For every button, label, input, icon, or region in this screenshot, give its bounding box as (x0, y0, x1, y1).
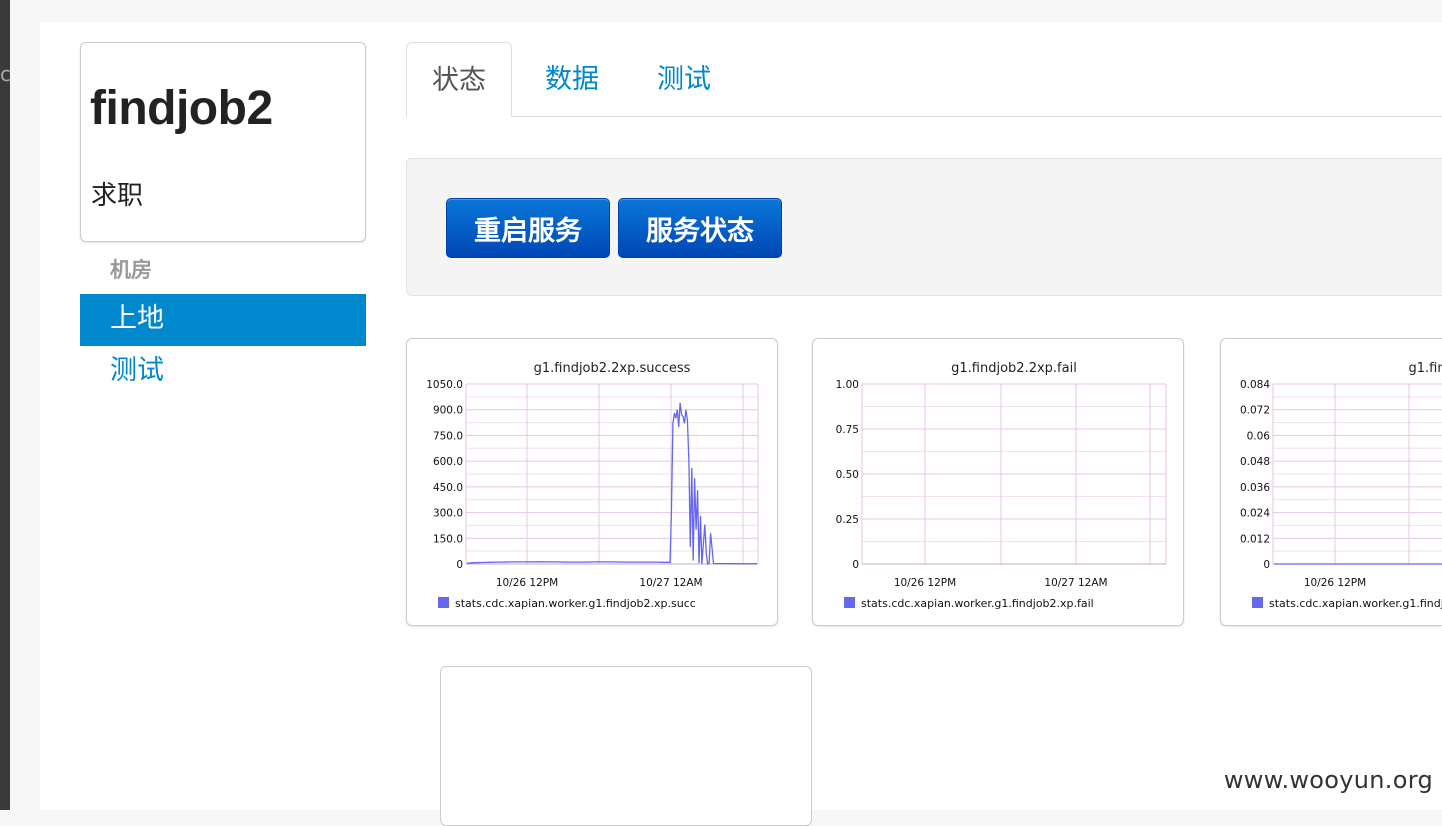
graph-card-fail[interactable]: g1.findjob2.2xp.fail 1.00 0.75 0.50 0.25 0 10/… (812, 338, 1184, 626)
y-tick-label: 0.012 (1240, 533, 1270, 545)
watermark: www.wooyun.org (1223, 766, 1433, 794)
graph-php-ser: g1.findjob2.php_ser 0.084 0.072 0.06 0.048 0.… (1240, 361, 1442, 610)
app-title: findjob2 (90, 82, 273, 135)
chart-title: g1.findjob2.2xp.success (534, 361, 691, 376)
y-tick-label: 600.0 (433, 456, 463, 468)
x-tick-label: 10/26 12PM (496, 577, 558, 589)
graph-card-success[interactable]: g1.findjob2.2xp.success 1050.0 900.0 750.0 6… (406, 338, 778, 626)
y-tick-label: 0.75 (836, 424, 859, 436)
x-tick-label: 10/27 12AM (1044, 577, 1107, 589)
y-tick-label: 0 (1263, 559, 1270, 571)
y-tick-label: 0 (852, 559, 859, 571)
x-tick-label: 10/27 12AM (639, 577, 702, 589)
y-tick-label: 0.084 (1240, 379, 1270, 391)
graph-success: g1.findjob2.2xp.success 1050.0 900.0 750.0 6… (426, 361, 759, 610)
y-tick-label: 0.048 (1240, 456, 1270, 468)
sidebar-header: 机房 (110, 258, 152, 282)
y-tick-label: 0.036 (1240, 482, 1270, 494)
sidebar-item-test[interactable]: 测试 (80, 346, 366, 398)
y-tick-label: 0 (456, 559, 463, 571)
y-tick-label: 150.0 (433, 533, 463, 545)
series-line (466, 402, 758, 566)
y-tick-label: 0.024 (1240, 508, 1270, 520)
edge-glyph: c (0, 62, 11, 86)
legend-swatch (438, 597, 449, 608)
graph-fail: g1.findjob2.2xp.fail 1.00 0.75 0.50 0.25 0 10/… (836, 361, 1167, 610)
y-tick-label: 900.0 (433, 405, 463, 417)
legend-swatch (844, 597, 855, 608)
graph-card-empty (440, 666, 812, 826)
y-tick-label: 0.50 (836, 469, 859, 481)
service-status-button[interactable]: 服务状态 (618, 198, 782, 258)
sidebar-item-shangdi[interactable]: 上地 (80, 294, 366, 346)
x-tick-label: 10/26 12PM (1304, 577, 1366, 589)
chart-title: g1.findjob2.2xp.fail (951, 361, 1077, 376)
chart-title: g1.findjob2.php_ser (1409, 361, 1442, 376)
y-tick-label: 1.00 (836, 379, 859, 391)
app-info-card: findjob2 求职 (80, 42, 366, 242)
x-tick-label: 10/26 12PM (894, 577, 956, 589)
legend-label: stats.cdc.xapian.worker.g1.findjob2.xp.s… (455, 597, 696, 610)
tab-test[interactable]: 测试 (628, 42, 740, 117)
tab-status[interactable]: 状态 (406, 42, 512, 117)
y-tick-label: 0.06 (1247, 430, 1271, 442)
window-edge: c (0, 0, 11, 810)
legend-label: stats.cdc.xapian.worker.g1.findjob (1269, 597, 1442, 610)
y-tick-label: 0.25 (836, 514, 859, 526)
y-tick-label: 750.0 (433, 430, 463, 442)
restart-service-button[interactable]: 重启服务 (446, 198, 610, 258)
y-tick-label: 1050.0 (426, 379, 463, 391)
y-tick-label: 300.0 (433, 508, 463, 520)
y-tick-label: 0.072 (1240, 405, 1270, 417)
app-subtitle: 求职 (91, 181, 144, 211)
legend-swatch (1252, 597, 1263, 608)
tab-data[interactable]: 数据 (516, 42, 628, 117)
y-tick-label: 450.0 (433, 482, 463, 494)
legend-label: stats.cdc.xapian.worker.g1.findjob2.xp.f… (861, 597, 1094, 610)
graph-card-php-ser[interactable]: g1.findjob2.php_ser 0.084 0.072 0.06 0.048 0.… (1220, 338, 1442, 626)
